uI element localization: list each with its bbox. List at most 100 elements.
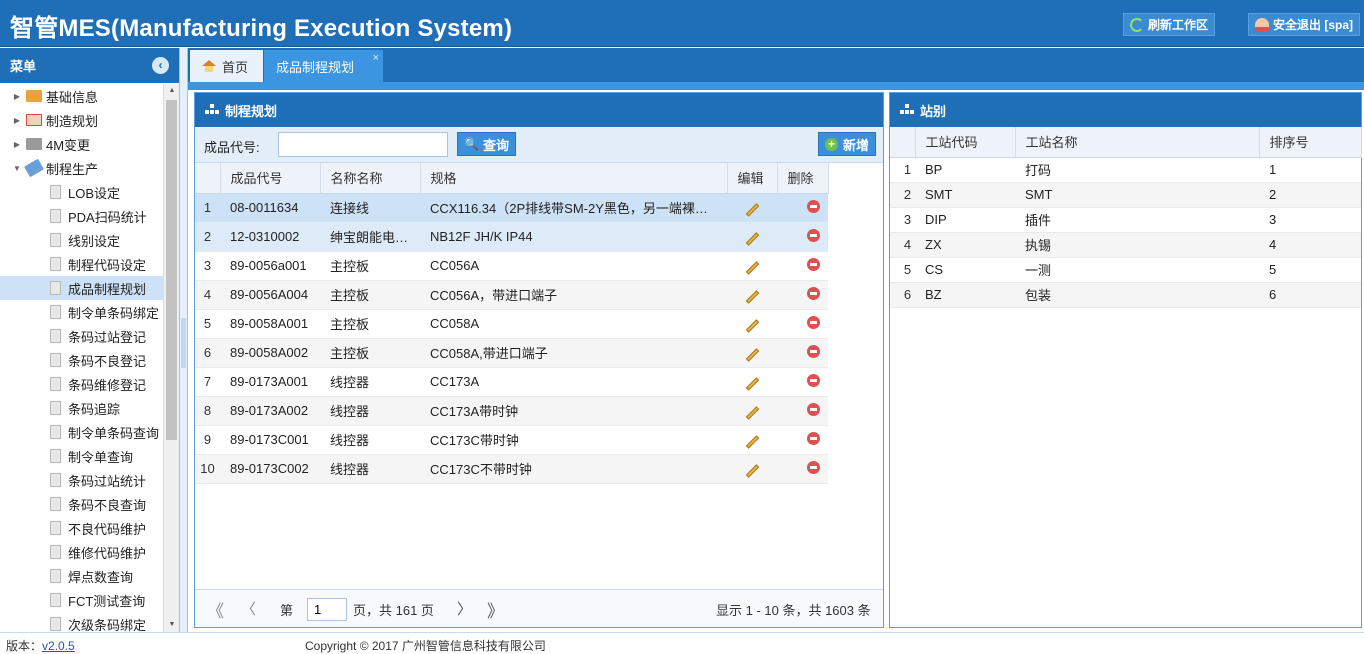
table-row[interactable]: 1 08-0011634 连接线 CCX116.34（2P排线带SM-2Y黑色，另一端…: [195, 193, 828, 223]
edit-pencil-icon[interactable]: [745, 377, 760, 391]
delete-icon[interactable]: [807, 460, 820, 474]
table-row[interactable]: 3 89-0056a001 主控板 CC056A: [195, 251, 828, 281]
menu-group-4m-change[interactable]: ▶ 4M变更: [0, 132, 163, 156]
query-button[interactable]: 🔍 查询: [457, 132, 516, 156]
collapse-sidebar-icon[interactable]: ‹: [152, 57, 169, 74]
table-row[interactable]: 8 89-0173A002 线控器 CC173A带时钟: [195, 396, 828, 426]
sidebar-item[interactable]: 条码过站统计: [0, 468, 163, 492]
table-row[interactable]: 5 89-0058A001 主控板 CC058A: [195, 309, 828, 339]
sidebar-item[interactable]: FCT测试查询: [0, 588, 163, 612]
column-header[interactable]: 删除: [777, 163, 829, 194]
scroll-down-arrow-icon[interactable]: ▼: [164, 618, 180, 632]
delete-icon[interactable]: [807, 286, 820, 300]
sidebar-item[interactable]: 条码过站登记: [0, 324, 163, 348]
sidebar-scrollbar[interactable]: ▲ ▼: [163, 84, 179, 632]
sidebar-item[interactable]: 不良代码维护: [0, 516, 163, 540]
sidebar-item[interactable]: 线别设定: [0, 228, 163, 252]
menu-group-manufacturing-plan[interactable]: ▶ 制造规划: [0, 108, 163, 132]
first-page-icon[interactable]: 《: [207, 597, 224, 622]
edit-pencil-icon[interactable]: [745, 319, 760, 333]
edit-pencil-icon[interactable]: [745, 232, 760, 246]
column-header[interactable]: 排序号: [1259, 127, 1362, 158]
tab-home[interactable]: 首页: [190, 50, 263, 82]
column-header[interactable]: 编辑: [727, 163, 778, 194]
sidebar-item[interactable]: PDA扫码统计: [0, 204, 163, 228]
product-name-cell: 连接线: [320, 193, 420, 223]
layout-splitter[interactable]: [180, 48, 188, 632]
next-page-icon[interactable]: 〉: [457, 598, 472, 619]
edit-pencil-icon[interactable]: [745, 435, 760, 449]
table-row[interactable]: 5 CS 一测 5: [890, 257, 1361, 283]
sidebar-item[interactable]: 维修代码维护: [0, 540, 163, 564]
sidebar-item[interactable]: 次级条码绑定: [0, 612, 163, 632]
column-header[interactable]: 工站名称: [1015, 127, 1260, 158]
sidebar-item[interactable]: 制程代码设定: [0, 252, 163, 276]
table-row[interactable]: 10 89-0173C002 线控器 CC173C不带时钟: [195, 454, 828, 484]
row-number: 4: [890, 232, 915, 258]
sidebar-item[interactable]: 条码维修登记: [0, 372, 163, 396]
column-header[interactable]: 规格: [420, 163, 728, 194]
expand-arrow-icon[interactable]: ▶: [12, 140, 22, 149]
edit-pencil-icon[interactable]: [745, 464, 760, 478]
table-row[interactable]: 7 89-0173A001 线控器 CC173A: [195, 367, 828, 397]
table-row[interactable]: 9 89-0173C001 线控器 CC173C带时钟: [195, 425, 828, 455]
sidebar-item[interactable]: 制令单查询: [0, 444, 163, 468]
column-header[interactable]: 名称名称: [320, 163, 421, 194]
menu-group-process-production[interactable]: ▼ 制程生产: [0, 156, 163, 180]
product-name-cell: 主控板: [320, 280, 420, 310]
refresh-workspace-button[interactable]: 刷新工作区: [1123, 13, 1216, 36]
column-header[interactable]: 成品代号: [220, 163, 321, 194]
table-row[interactable]: 6 BZ 包装 6: [890, 282, 1361, 308]
delete-icon[interactable]: [807, 315, 820, 329]
delete-icon[interactable]: [807, 228, 820, 242]
scroll-up-arrow-icon[interactable]: ▲: [164, 84, 180, 98]
expand-arrow-icon[interactable]: ▶: [12, 116, 22, 125]
delete-cell: [777, 280, 828, 310]
last-page-icon[interactable]: 》: [487, 597, 504, 622]
sidebar-item[interactable]: 制令单条码查询: [0, 420, 163, 444]
tab-product-process-plan[interactable]: 成品制程规划 ×: [264, 50, 383, 82]
delete-icon[interactable]: [807, 431, 820, 445]
edit-pencil-icon[interactable]: [745, 290, 760, 304]
table-row[interactable]: 3 DIP 插件 3: [890, 207, 1361, 233]
sidebar-item[interactable]: 成品制程规划: [0, 276, 163, 300]
table-row[interactable]: 4 89-0056A004 主控板 CC056A，带进口端子: [195, 280, 828, 310]
sidebar-item[interactable]: 焊点数查询: [0, 564, 163, 588]
edit-pencil-icon[interactable]: [745, 203, 760, 217]
sidebar-item[interactable]: 条码追踪: [0, 396, 163, 420]
product-code-input[interactable]: [278, 132, 448, 157]
sidebar-item[interactable]: 条码不良查询: [0, 492, 163, 516]
record-summary: 显示 1 - 10 条，共 1603 条: [716, 603, 871, 618]
product-code-cell: 89-0058A001: [220, 309, 320, 339]
table-row[interactable]: 4 ZX 执锡 4: [890, 232, 1361, 258]
version-link[interactable]: v2.0.5: [42, 639, 75, 653]
menu-group-basic-info[interactable]: ▶ 基础信息: [0, 84, 163, 108]
logout-button[interactable]: 安全退出 [spa]: [1248, 13, 1361, 36]
page-icon: [50, 473, 61, 487]
edit-pencil-icon[interactable]: [745, 261, 760, 275]
delete-icon[interactable]: [807, 199, 820, 213]
splitter-handle[interactable]: [181, 318, 186, 368]
edit-pencil-icon[interactable]: [745, 348, 760, 362]
table-row[interactable]: 2 12-0310002 绅宝朗能电… NB12F JH/K IP44: [195, 222, 828, 252]
delete-icon[interactable]: [807, 257, 820, 271]
tab-close-icon[interactable]: ×: [373, 52, 379, 64]
delete-icon[interactable]: [807, 373, 820, 387]
delete-icon[interactable]: [807, 402, 820, 416]
sidebar-item[interactable]: LOB设定: [0, 180, 163, 204]
scrollbar-thumb[interactable]: [166, 100, 177, 440]
table-row[interactable]: 1 BP 打码 1: [890, 157, 1361, 183]
sidebar-item[interactable]: 条码不良登记: [0, 348, 163, 372]
table-row[interactable]: 6 89-0058A002 主控板 CC058A,带进口端子: [195, 338, 828, 368]
add-button[interactable]: + 新增: [818, 132, 877, 156]
delete-cell: [777, 251, 828, 281]
column-header[interactable]: 工站代码: [915, 127, 1016, 158]
edit-pencil-icon[interactable]: [745, 406, 760, 420]
prev-page-icon[interactable]: 〈: [241, 598, 256, 619]
delete-icon[interactable]: [807, 344, 820, 358]
page-number-input[interactable]: [307, 598, 347, 621]
expand-arrow-icon[interactable]: ▶: [12, 92, 22, 101]
table-row[interactable]: 2 SMT SMT 2: [890, 182, 1361, 208]
collapse-arrow-icon[interactable]: ▼: [12, 164, 22, 173]
sidebar-item[interactable]: 制令单条码绑定: [0, 300, 163, 324]
